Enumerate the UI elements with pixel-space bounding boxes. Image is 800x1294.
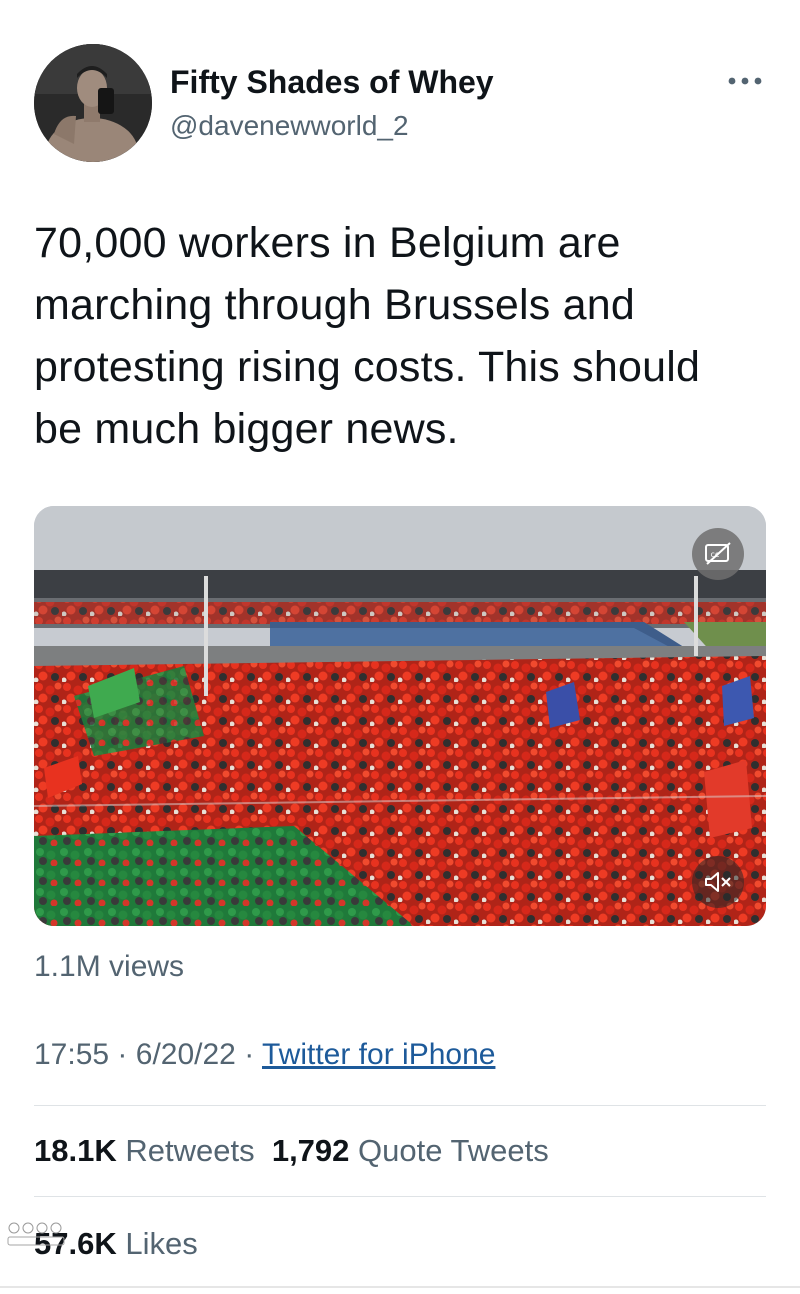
tweet-timestamp-line: 17:55 · 6/20/22 · Twitter for iPhone bbox=[34, 1038, 495, 1072]
speaker-muted-icon bbox=[705, 872, 731, 892]
author-display-name[interactable]: Fifty Shades of Whey bbox=[170, 64, 494, 101]
separator: · bbox=[244, 1038, 255, 1071]
tweet-text-line: be much bigger news. bbox=[34, 405, 459, 453]
watermark-logo bbox=[6, 1220, 70, 1250]
tweet-text-line: 70,000 workers in Belgium are bbox=[34, 219, 621, 267]
avatar-photo bbox=[34, 44, 152, 162]
likes-label: Likes bbox=[125, 1226, 198, 1261]
retweets-stat[interactable]: 18.1K Retweets bbox=[34, 1133, 255, 1168]
tweet-video[interactable] bbox=[34, 506, 766, 926]
more-dots-icon bbox=[728, 77, 762, 85]
retweets-count: 18.1K bbox=[34, 1133, 117, 1168]
engagement-stats: 18.1K Retweets 1,792 Quote Tweets bbox=[34, 1133, 549, 1169]
tweet-source-link[interactable]: Twitter for iPhone bbox=[262, 1038, 495, 1071]
tweet-text-line: marching through Brussels and bbox=[34, 281, 635, 329]
divider bbox=[34, 1105, 766, 1106]
bottom-border bbox=[0, 1286, 800, 1288]
tweet-date[interactable]: 6/20/22 bbox=[136, 1038, 236, 1071]
more-options-button[interactable] bbox=[722, 64, 768, 98]
tweet-time[interactable]: 17:55 bbox=[34, 1038, 109, 1071]
view-count: 1.1M views bbox=[34, 950, 185, 983]
closed-captions-icon: cc bbox=[705, 542, 731, 565]
tweet-text: 70,000 workers in Belgium are marching t… bbox=[34, 212, 774, 460]
closed-captions-button[interactable]: cc bbox=[692, 528, 744, 580]
quote-tweets-count: 1,792 bbox=[271, 1133, 350, 1168]
quote-tweets-label: Quote Tweets bbox=[358, 1133, 549, 1168]
separator: · bbox=[117, 1038, 128, 1071]
mute-toggle-button[interactable] bbox=[692, 856, 744, 908]
protest-crowd-video-frame bbox=[34, 506, 766, 926]
watermark-icon bbox=[7, 1222, 65, 1246]
retweets-label: Retweets bbox=[125, 1133, 255, 1168]
divider bbox=[34, 1196, 766, 1197]
author-handle[interactable]: @davenewworld_2 bbox=[170, 110, 409, 142]
quote-tweets-stat[interactable]: 1,792 Quote Tweets bbox=[272, 1133, 549, 1168]
tweet-text-line: protesting rising costs. This should bbox=[34, 343, 701, 391]
author-avatar[interactable] bbox=[34, 44, 152, 162]
